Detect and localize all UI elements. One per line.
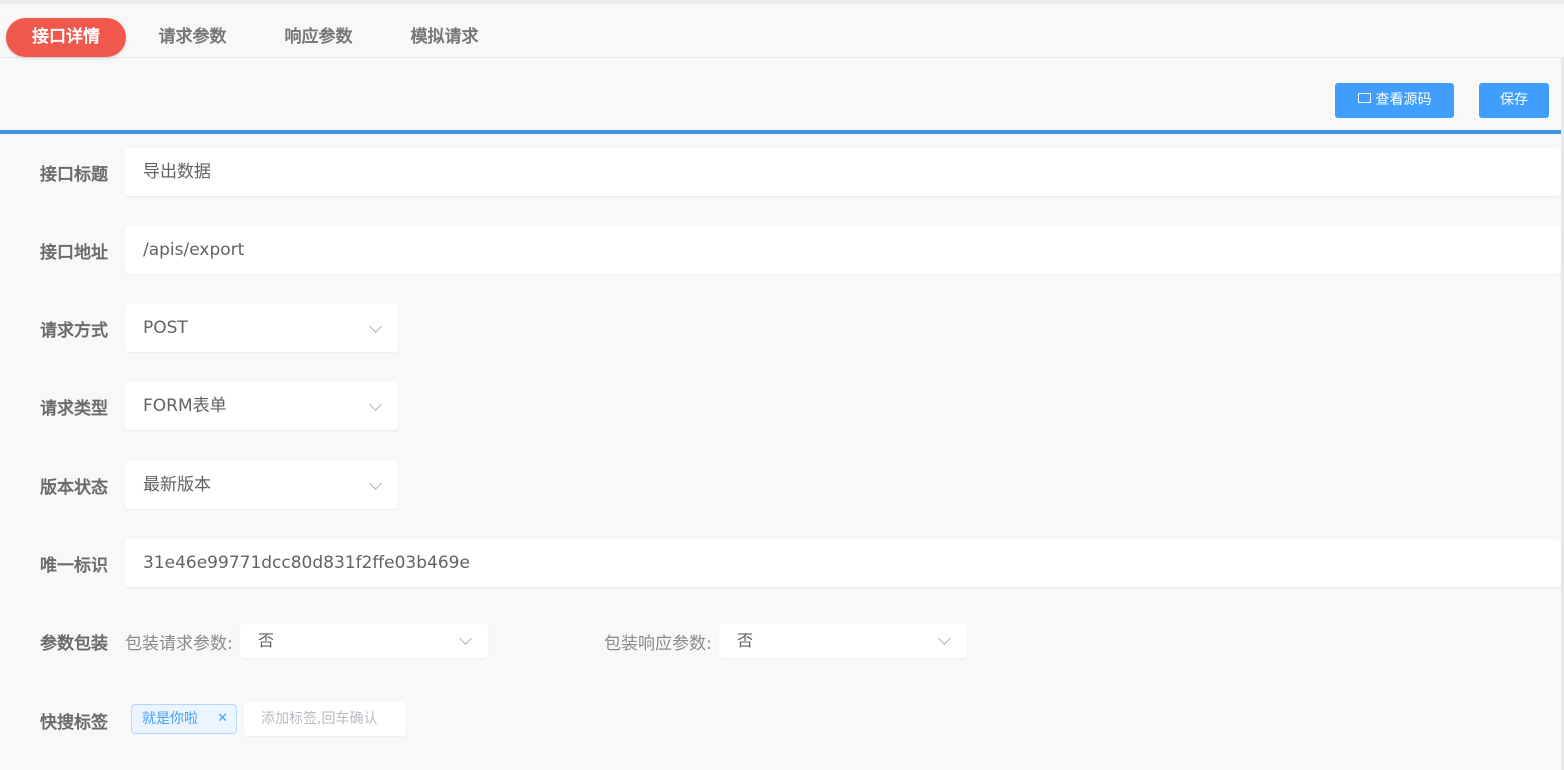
version-status-value: 最新版本 — [143, 475, 211, 495]
api-url-label: 接口地址 — [40, 243, 108, 263]
search-tag: 就是你啦 ✕ — [131, 704, 237, 734]
search-tags-label: 快搜标签 — [40, 713, 108, 733]
wrap-request-value: 否 — [258, 631, 275, 650]
version-status-select[interactable]: 最新版本 — [125, 461, 398, 509]
wrap-request-label: 包装请求参数: — [125, 634, 233, 654]
unique-id-input[interactable]: 31e46e99771dcc80d831f2ffe03b469e — [125, 539, 1561, 587]
api-title-label: 接口标题 — [40, 165, 108, 185]
section-divider — [0, 130, 1564, 134]
request-type-select[interactable]: FORM表单 — [125, 382, 398, 430]
tab-api-details[interactable]: 接口详情 — [6, 18, 126, 57]
param-wrap-label: 参数包装 — [40, 634, 108, 654]
tab-bar: 接口详情 请求参数 响应参数 模拟请求 — [0, 4, 1564, 58]
unique-id-label: 唯一标识 — [40, 556, 108, 576]
save-button[interactable]: 保存 — [1479, 83, 1549, 118]
wrap-request-select[interactable]: 否 — [240, 624, 488, 658]
tab-response-params[interactable]: 响应参数 — [266, 18, 371, 57]
close-icon[interactable]: ✕ — [217, 705, 228, 733]
wrap-response-label: 包装响应参数: — [604, 634, 712, 654]
request-method-select[interactable]: POST — [125, 304, 398, 352]
tab-mock-request[interactable]: 模拟请求 — [392, 18, 497, 57]
chevron-down-icon — [938, 632, 951, 645]
add-tag-input[interactable] — [244, 702, 406, 736]
chevron-down-icon — [459, 632, 472, 645]
chevron-down-icon — [369, 477, 382, 490]
folder-open-icon — [1357, 93, 1371, 103]
view-source-label: 查看源码 — [1375, 92, 1432, 108]
tab-request-params[interactable]: 请求参数 — [140, 18, 245, 57]
search-tag-text: 就是你啦 — [142, 711, 198, 727]
chevron-down-icon — [369, 320, 382, 333]
chevron-down-icon — [369, 398, 382, 411]
request-type-value: FORM表单 — [143, 396, 227, 416]
version-status-label: 版本状态 — [40, 478, 108, 498]
request-method-label: 请求方式 — [40, 321, 108, 341]
request-type-label: 请求类型 — [40, 399, 108, 419]
request-method-value: POST — [143, 318, 188, 338]
wrap-response-value: 否 — [737, 631, 754, 650]
api-url-input[interactable]: /apis/export — [125, 226, 1561, 274]
api-title-input[interactable]: 导出数据 — [125, 148, 1561, 196]
view-source-button[interactable]: 查看源码 — [1335, 83, 1454, 118]
wrap-response-select[interactable]: 否 — [719, 624, 967, 658]
toolbar: 查看源码 保存 — [0, 58, 1564, 130]
